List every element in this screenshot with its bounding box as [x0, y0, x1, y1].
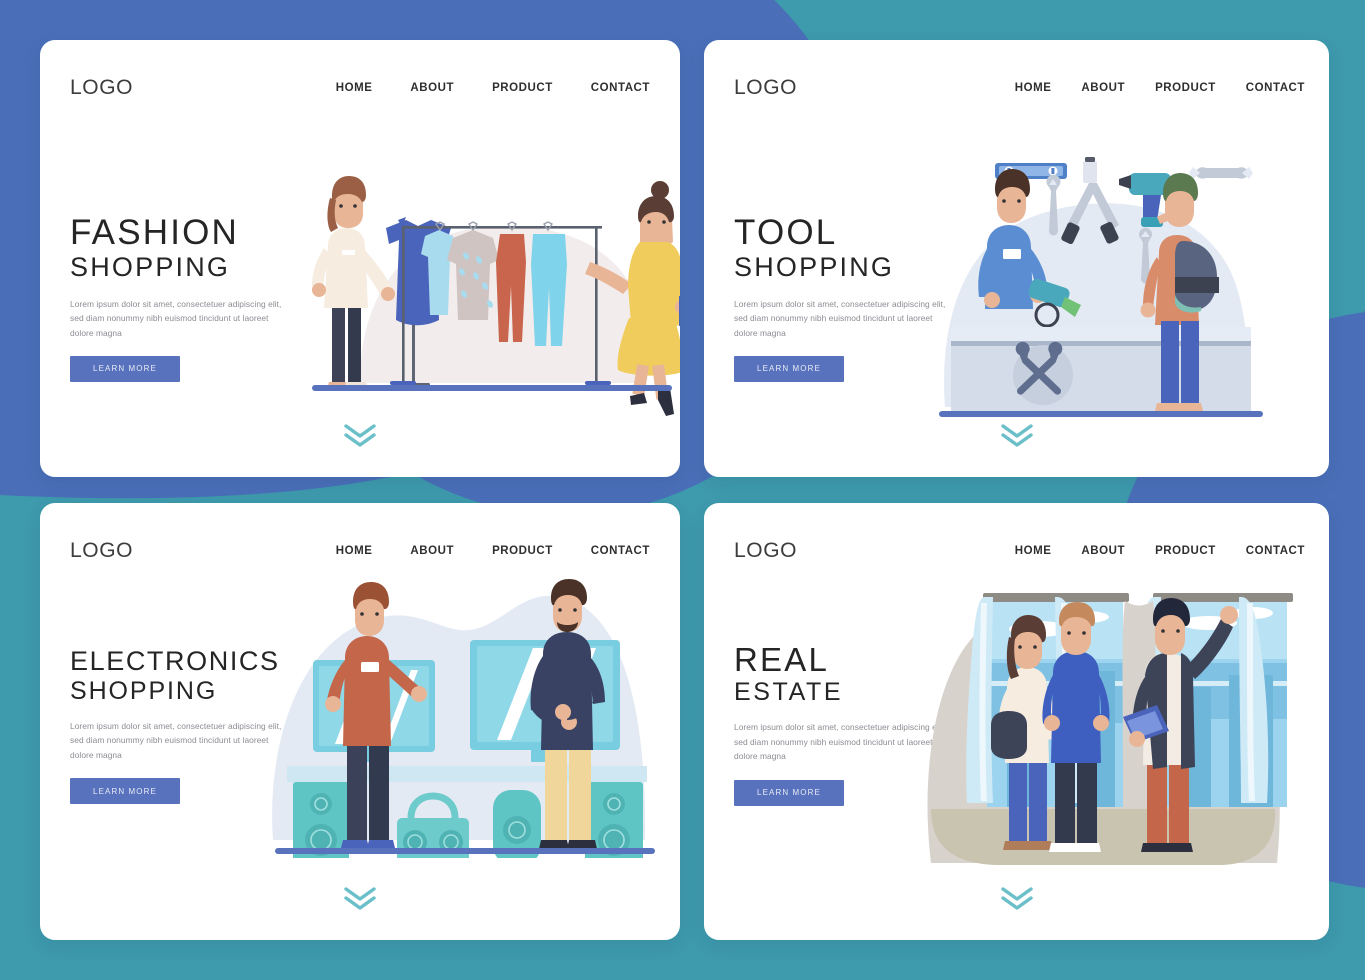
nav-item-home[interactable]: HOME — [336, 545, 373, 557]
card-tool: LOGO HOME ABOUT PRODUCT CONTACT TOOL SHO… — [704, 40, 1329, 477]
logo[interactable]: LOGO — [70, 539, 133, 563]
learn-more-button[interactable]: LEARN MORE — [734, 779, 844, 806]
card-electronics: LOGO HOME ABOUT PRODUCT CONTACT ELECTRON… — [40, 503, 680, 940]
card-fashion: LOGO HOME ABOUT PRODUCT CONTACT FASHION … — [40, 40, 680, 477]
card-header-tool: LOGO HOME ABOUT PRODUCT CONTACT — [704, 40, 1329, 136]
hero-description: Lorem ipsum dolor sit amet, consectetuer… — [70, 298, 282, 338]
fashion-shopping-illustration — [290, 168, 680, 423]
scroll-down-chevron[interactable] — [997, 884, 1037, 912]
nav-item-home[interactable]: HOME — [1015, 545, 1052, 557]
nav-item-product[interactable]: PRODUCT — [1155, 545, 1216, 557]
main-nav: HOME ABOUT PRODUCT CONTACT — [336, 545, 650, 557]
learn-more-button[interactable]: LEARN MORE — [70, 355, 180, 382]
landing-page-card-grid: LOGO HOME ABOUT PRODUCT CONTACT FASHION … — [0, 0, 1365, 980]
nav-item-home[interactable]: HOME — [1015, 82, 1052, 94]
nav-item-home[interactable]: HOME — [336, 82, 373, 94]
learn-more-button[interactable]: LEARN MORE — [734, 355, 844, 382]
scroll-down-chevron[interactable] — [340, 421, 380, 449]
page-title-line2: SHOPPING — [70, 251, 231, 282]
card-header-fashion: LOGO HOME ABOUT PRODUCT CONTACT — [40, 40, 680, 136]
real-estate-illustration — [909, 563, 1299, 883]
nav-item-product[interactable]: PRODUCT — [1155, 82, 1216, 94]
nav-item-product[interactable]: PRODUCT — [492, 545, 553, 557]
nav-item-contact[interactable]: CONTACT — [591, 545, 650, 557]
electronics-shopping-illustration — [265, 578, 665, 864]
logo[interactable]: LOGO — [734, 76, 797, 100]
scroll-down-chevron[interactable] — [997, 421, 1037, 449]
nav-item-product[interactable]: PRODUCT — [492, 82, 553, 94]
logo[interactable]: LOGO — [70, 76, 133, 100]
nav-item-contact[interactable]: CONTACT — [1246, 82, 1305, 94]
main-nav: HOME ABOUT PRODUCT CONTACT — [1015, 82, 1305, 94]
main-nav: HOME ABOUT PRODUCT CONTACT — [336, 82, 650, 94]
nav-item-contact[interactable]: CONTACT — [1246, 545, 1305, 557]
nav-item-about[interactable]: ABOUT — [1081, 545, 1125, 557]
hero-description: Lorem ipsum dolor sit amet, consectetuer… — [70, 721, 282, 760]
learn-more-button[interactable]: LEARN MORE — [70, 778, 180, 805]
main-nav: HOME ABOUT PRODUCT CONTACT — [1015, 545, 1305, 557]
page-title-line1: FASHION — [70, 213, 240, 252]
nav-item-about[interactable]: ABOUT — [410, 82, 454, 94]
card-real-estate: LOGO HOME ABOUT PRODUCT CONTACT REAL EST… — [704, 503, 1329, 940]
logo[interactable]: LOGO — [734, 539, 797, 563]
hero-copy-fashion: FASHION SHOPPING Lorem ipsum dolor sit a… — [70, 215, 320, 382]
nav-item-about[interactable]: ABOUT — [1081, 82, 1125, 94]
tool-shopping-illustration — [917, 145, 1282, 430]
scroll-down-chevron[interactable] — [340, 884, 380, 912]
nav-item-about[interactable]: ABOUT — [410, 545, 454, 557]
nav-item-contact[interactable]: CONTACT — [591, 82, 650, 94]
